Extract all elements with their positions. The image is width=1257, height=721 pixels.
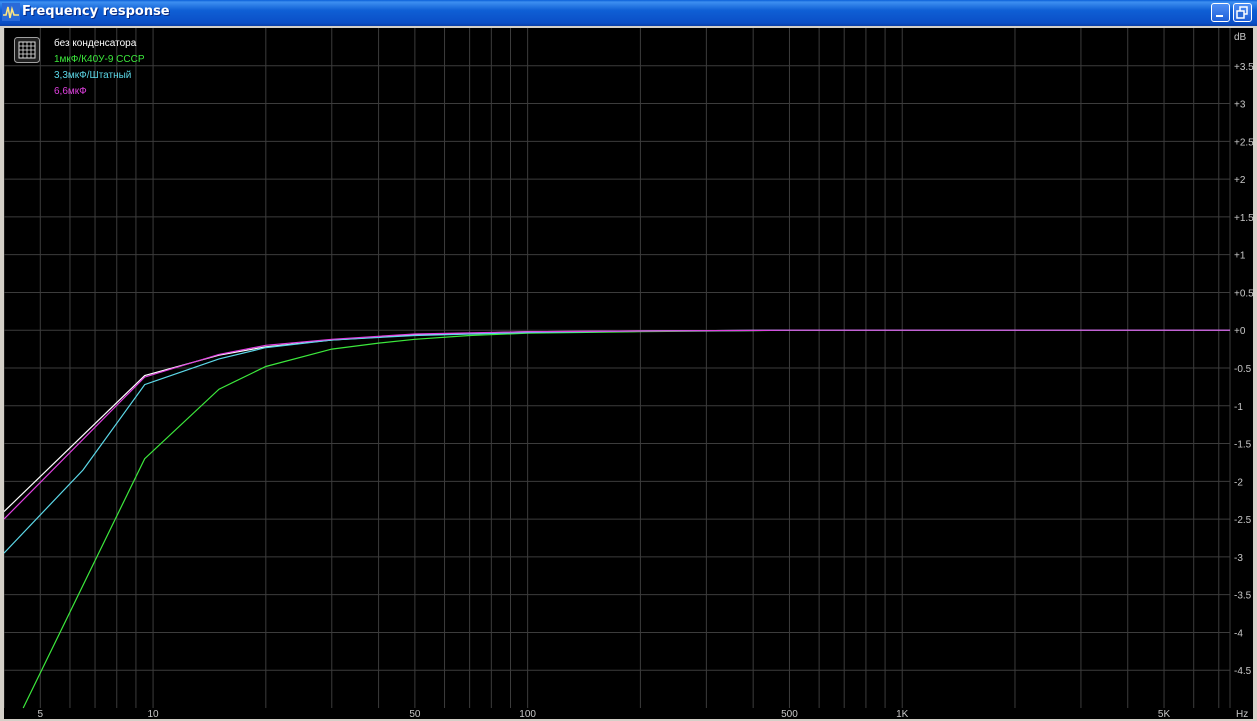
y-tick-label: -1.5 [1234, 440, 1252, 451]
legend: без конденсатора 1мкФ/К40У-9 СССР 3,3мкФ… [54, 36, 145, 100]
series-line-0 [4, 329, 1230, 513]
y-tick-label: +3.5 [1234, 62, 1253, 73]
minimize-icon [1216, 15, 1223, 17]
legend-entry-3: 6,6мкФ [54, 86, 87, 97]
x-tick-label: 5K [1158, 709, 1171, 719]
x-tick-label: 10 [147, 709, 159, 719]
x-tick-label: 1K [896, 709, 909, 719]
frequency-response-chart: +3.5 +3 +2.5 +2 +1.5 +1 +0.5 +0 -0.5 -1 -1.5 -2 -2.5… [4, 28, 1253, 719]
minimize-button[interactable] [1211, 3, 1230, 22]
y-tick-label: +1 [1234, 251, 1246, 262]
y-tick-label: +1.5 [1234, 213, 1253, 224]
restore-icon [1236, 6, 1248, 19]
y-tick-label: -4 [1234, 628, 1243, 639]
y-tick-label: -4.5 [1234, 666, 1252, 677]
restore-button[interactable] [1233, 3, 1252, 22]
legend-entry-2: 3,3мкФ/Штатный [54, 70, 132, 81]
y-tick-label: -2.5 [1234, 515, 1252, 526]
title-bar[interactable]: Frequency response [0, 0, 1257, 26]
y-tick-label: -3 [1234, 553, 1243, 564]
window-title: Frequency response [22, 4, 170, 19]
y-tick-label: +0.5 [1234, 288, 1253, 299]
frequency-response-window: Frequency response +3.5 +3 +2.5 +2 +1.5 +1 +0.… [0, 0, 1257, 721]
y-tick-label: +2 [1234, 175, 1246, 186]
plot-area[interactable]: +3.5 +3 +2.5 +2 +1.5 +1 +0.5 +0 -0.5 -1 -1.5 -2 -2.5… [4, 28, 1253, 719]
y-tick-label: -2 [1234, 477, 1243, 488]
x-tick-label: 100 [519, 709, 536, 719]
legend-entry-1: 1мкФ/К40У-9 СССР [54, 54, 145, 65]
legend-entry-0: без конденсатора [54, 38, 137, 49]
x-tick-label: 50 [409, 709, 421, 719]
graph-settings-icon[interactable] [14, 37, 40, 63]
y-tick-label: -0.5 [1234, 364, 1252, 375]
y-tick-label: +3 [1234, 100, 1246, 111]
waveform-icon [2, 3, 20, 21]
y-tick-label: +0 [1234, 326, 1246, 337]
series-line-3 [4, 329, 1230, 520]
x-axis-unit-label: Hz [1236, 709, 1248, 719]
x-tick-label: 5 [38, 709, 44, 719]
y-axis-unit-label: dB [1234, 32, 1247, 43]
y-tick-label: +2.5 [1234, 137, 1253, 148]
y-tick-label: -1 [1234, 402, 1243, 413]
x-tick-label: 500 [781, 709, 798, 719]
y-tick-label: -3.5 [1234, 591, 1252, 602]
